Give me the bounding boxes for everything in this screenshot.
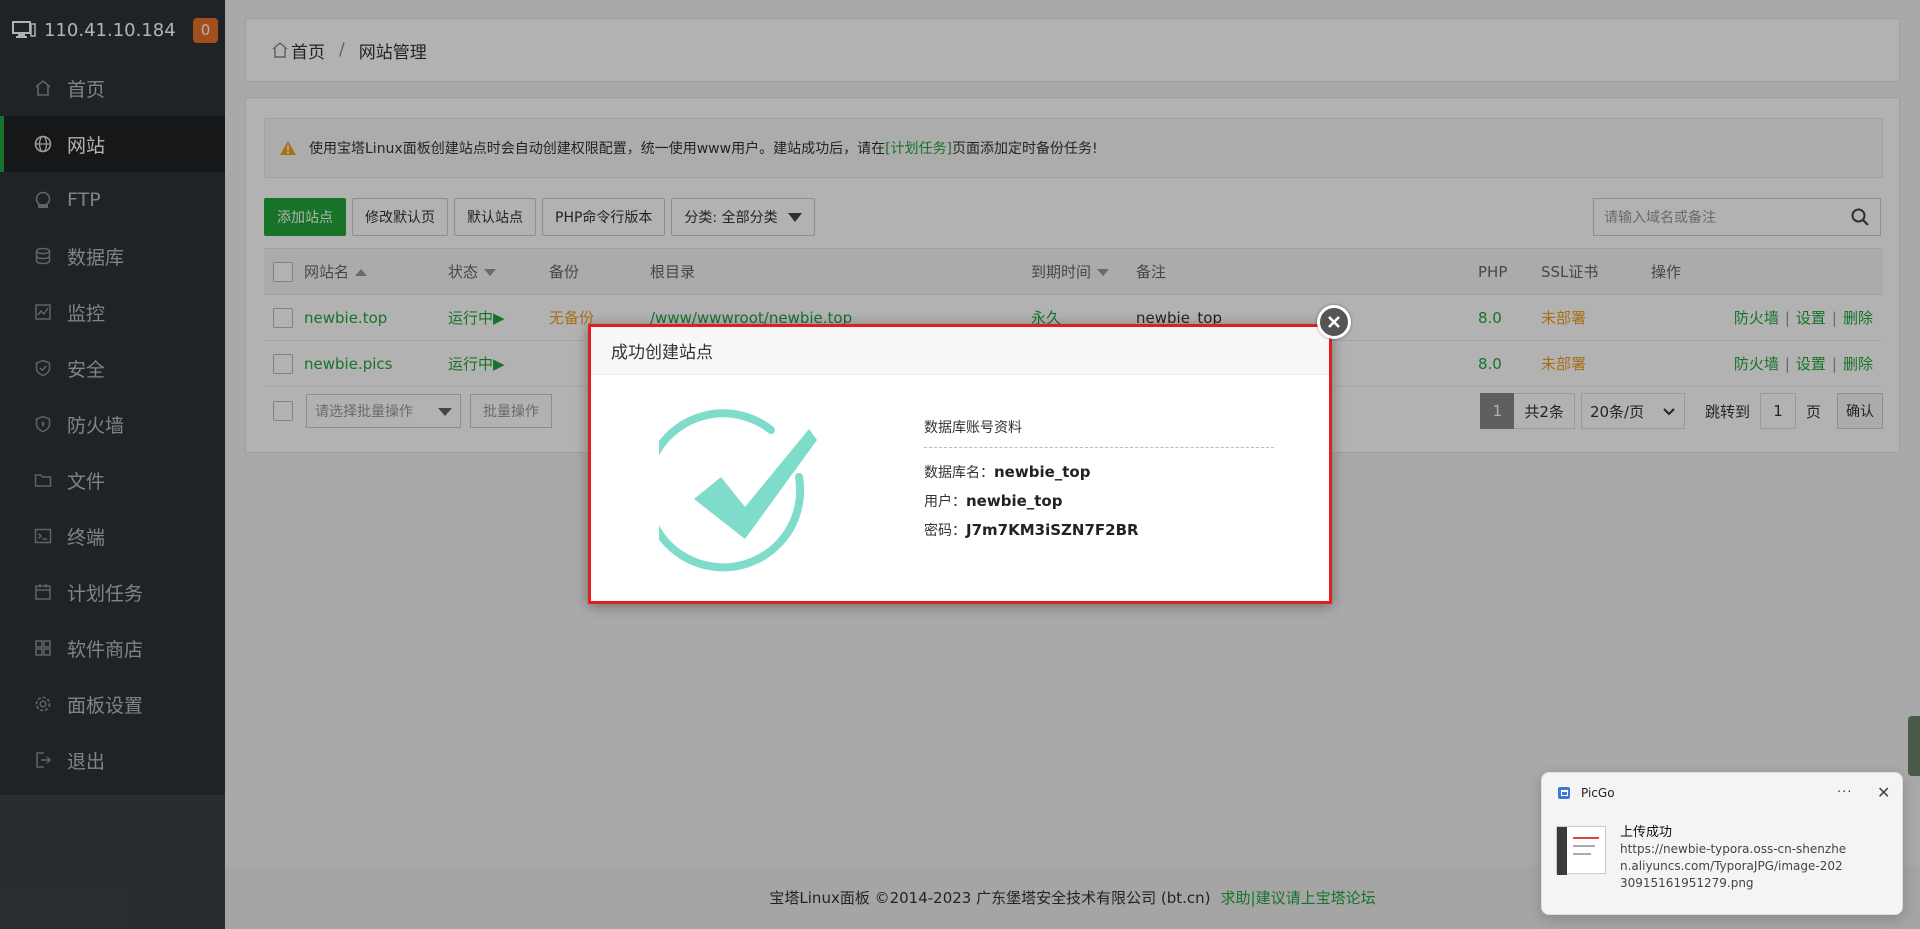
notification-header: PicGo <box>1557 786 1615 800</box>
success-check-icon <box>659 409 817 572</box>
dialog-title: 成功创建站点 <box>591 327 1329 375</box>
db-name-value: newbie_top <box>994 463 1091 481</box>
more-options-icon[interactable]: ··· <box>1837 785 1852 800</box>
db-name-label: 数据库名： <box>924 465 994 481</box>
db-user-row: 用户：newbie_top <box>924 491 1274 520</box>
db-password-value: J7m7KM3iSZN7F2BR <box>966 521 1139 539</box>
db-user-value: newbie_top <box>966 492 1063 510</box>
notification-close-icon[interactable]: ✕ <box>1877 783 1890 802</box>
notification-title: 上传成功 <box>1620 825 1673 840</box>
db-password-row: 密码：J7m7KM3iSZN7F2BR <box>924 520 1274 549</box>
db-name-row: 数据库名：newbie_top <box>924 462 1274 491</box>
db-password-label: 密码： <box>924 523 966 539</box>
db-account-info: 数据库账号资料 数据库名：newbie_top 用户：newbie_top 密码… <box>924 417 1274 549</box>
notification-url: https://newbie-typora.oss-cn-shenzhen.al… <box>1620 842 1847 890</box>
success-dialog: 成功创建站点 数据库账号资料 数据库名：newbie_top 用户：newbie… <box>588 305 1351 604</box>
notification-app-name: PicGo <box>1581 786 1615 800</box>
db-user-label: 用户： <box>924 494 966 510</box>
edge-handle[interactable] <box>1908 716 1920 776</box>
picgo-app-icon <box>1558 787 1570 799</box>
close-icon[interactable] <box>1317 305 1351 339</box>
picgo-notification[interactable]: PicGo ··· ✕ 上传成功 https://newbie-typora.o… <box>1541 772 1903 915</box>
db-info-title: 数据库账号资料 <box>924 417 1274 448</box>
upload-thumbnail <box>1556 826 1606 875</box>
